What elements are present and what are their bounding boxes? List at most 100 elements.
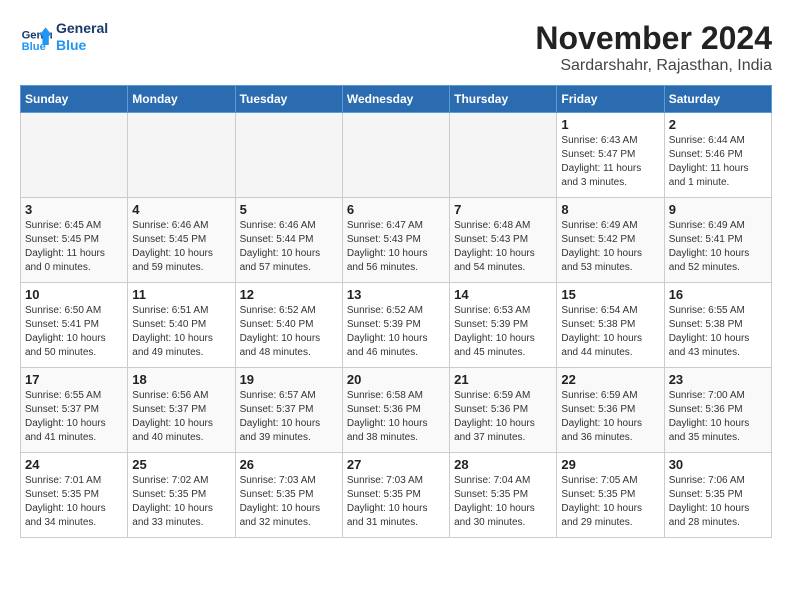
day-info: Sunrise: 6:52 AM Sunset: 5:39 PM Dayligh…	[347, 304, 445, 360]
day-info: Sunrise: 6:49 AM Sunset: 5:42 PM Dayligh…	[561, 219, 659, 275]
calendar-cell: 9 Sunrise: 6:49 AM Sunset: 5:41 PM Daylig…	[664, 198, 771, 283]
day-number: 23	[669, 372, 767, 387]
logo: General Blue General Blue	[20, 20, 108, 54]
calendar-cell: 21 Sunrise: 6:59 AM Sunset: 5:36 PM Dayli…	[450, 368, 557, 453]
day-info: Sunrise: 6:44 AM Sunset: 5:46 PM Dayligh…	[669, 134, 767, 190]
day-number: 27	[347, 457, 445, 472]
day-number: 29	[561, 457, 659, 472]
calendar-cell: 10Sunrise: 6:50 AM Sunset: 5:41 PM Dayli…	[21, 283, 128, 368]
calendar-cell	[21, 113, 128, 198]
day-info: Sunrise: 7:03 AM Sunset: 5:35 PM Dayligh…	[347, 474, 445, 530]
calendar-week-row: 10Sunrise: 6:50 AM Sunset: 5:41 PM Dayli…	[21, 283, 772, 368]
calendar-week-row: 3Sunrise: 6:45 AM Sunset: 5:45 PM Daylig…	[21, 198, 772, 283]
weekday-header-wednesday: Wednesday	[342, 86, 449, 113]
day-number: 7	[454, 202, 552, 217]
calendar-cell: 15 Sunrise: 6:54 AM Sunset: 5:38 PM Dayli…	[557, 283, 664, 368]
day-info: Sunrise: 6:54 AM Sunset: 5:38 PM Dayligh…	[561, 304, 659, 360]
calendar-cell: 29 Sunrise: 7:05 AM Sunset: 5:35 PM Dayli…	[557, 453, 664, 538]
day-number: 25	[132, 457, 230, 472]
calendar-cell: 5Sunrise: 6:46 AM Sunset: 5:44 PM Daylig…	[235, 198, 342, 283]
calendar-week-row: 24 Sunrise: 7:01 AM Sunset: 5:35 PM Dayli…	[21, 453, 772, 538]
day-number: 8	[561, 202, 659, 217]
calendar-table: SundayMondayTuesdayWednesdayThursdayFrid…	[20, 85, 772, 538]
calendar-cell: 14Sunrise: 6:53 AM Sunset: 5:39 PM Dayli…	[450, 283, 557, 368]
calendar-cell: 6Sunrise: 6:47 AM Sunset: 5:43 PM Daylig…	[342, 198, 449, 283]
day-number: 18	[132, 372, 230, 387]
calendar-week-row: 1 Sunrise: 6:43 AM Sunset: 5:47 PM Daylig…	[21, 113, 772, 198]
day-number: 17	[25, 372, 123, 387]
day-info: Sunrise: 6:51 AM Sunset: 5:40 PM Dayligh…	[132, 304, 230, 360]
day-number: 1	[561, 117, 659, 132]
day-info: Sunrise: 7:01 AM Sunset: 5:35 PM Dayligh…	[25, 474, 123, 530]
day-info: Sunrise: 6:56 AM Sunset: 5:37 PM Dayligh…	[132, 389, 230, 445]
day-number: 26	[240, 457, 338, 472]
page-header: General Blue General Blue November 2024 …	[20, 20, 772, 75]
weekday-header-monday: Monday	[128, 86, 235, 113]
calendar-cell: 3Sunrise: 6:45 AM Sunset: 5:45 PM Daylig…	[21, 198, 128, 283]
calendar-cell: 28 Sunrise: 7:04 AM Sunset: 5:35 PM Dayli…	[450, 453, 557, 538]
logo-icon: General Blue	[20, 21, 52, 53]
day-info: Sunrise: 6:59 AM Sunset: 5:36 PM Dayligh…	[561, 389, 659, 445]
title-section: November 2024 Sardarshahr, Rajasthan, In…	[535, 20, 772, 75]
day-number: 13	[347, 287, 445, 302]
day-number: 9	[669, 202, 767, 217]
day-info: Sunrise: 6:48 AM Sunset: 5:43 PM Dayligh…	[454, 219, 552, 275]
weekday-header-sunday: Sunday	[21, 86, 128, 113]
calendar-cell: 8 Sunrise: 6:49 AM Sunset: 5:42 PM Daylig…	[557, 198, 664, 283]
calendar-cell: 27 Sunrise: 7:03 AM Sunset: 5:35 PM Dayli…	[342, 453, 449, 538]
day-number: 2	[669, 117, 767, 132]
logo-text-general: General	[56, 20, 108, 37]
day-number: 6	[347, 202, 445, 217]
weekday-header-saturday: Saturday	[664, 86, 771, 113]
weekday-header-tuesday: Tuesday	[235, 86, 342, 113]
weekday-header-friday: Friday	[557, 86, 664, 113]
calendar-cell: 13 Sunrise: 6:52 AM Sunset: 5:39 PM Dayli…	[342, 283, 449, 368]
day-number: 22	[561, 372, 659, 387]
day-number: 21	[454, 372, 552, 387]
day-number: 12	[240, 287, 338, 302]
calendar-cell	[342, 113, 449, 198]
calendar-cell: 19Sunrise: 6:57 AM Sunset: 5:37 PM Dayli…	[235, 368, 342, 453]
day-info: Sunrise: 7:02 AM Sunset: 5:35 PM Dayligh…	[132, 474, 230, 530]
day-info: Sunrise: 7:05 AM Sunset: 5:35 PM Dayligh…	[561, 474, 659, 530]
day-info: Sunrise: 6:43 AM Sunset: 5:47 PM Dayligh…	[561, 134, 659, 190]
calendar-cell: 11 Sunrise: 6:51 AM Sunset: 5:40 PM Dayli…	[128, 283, 235, 368]
day-info: Sunrise: 7:03 AM Sunset: 5:35 PM Dayligh…	[240, 474, 338, 530]
calendar-cell: 26 Sunrise: 7:03 AM Sunset: 5:35 PM Dayli…	[235, 453, 342, 538]
calendar-cell: 25 Sunrise: 7:02 AM Sunset: 5:35 PM Dayli…	[128, 453, 235, 538]
day-info: Sunrise: 7:06 AM Sunset: 5:35 PM Dayligh…	[669, 474, 767, 530]
day-info: Sunrise: 6:46 AM Sunset: 5:45 PM Dayligh…	[132, 219, 230, 275]
calendar-cell: 24 Sunrise: 7:01 AM Sunset: 5:35 PM Dayli…	[21, 453, 128, 538]
calendar-cell: 20Sunrise: 6:58 AM Sunset: 5:36 PM Dayli…	[342, 368, 449, 453]
weekday-header-row: SundayMondayTuesdayWednesdayThursdayFrid…	[21, 86, 772, 113]
day-info: Sunrise: 6:55 AM Sunset: 5:37 PM Dayligh…	[25, 389, 123, 445]
day-number: 30	[669, 457, 767, 472]
calendar-cell: 23 Sunrise: 7:00 AM Sunset: 5:36 PM Dayli…	[664, 368, 771, 453]
day-number: 28	[454, 457, 552, 472]
day-info: Sunrise: 6:58 AM Sunset: 5:36 PM Dayligh…	[347, 389, 445, 445]
calendar-cell: 30 Sunrise: 7:06 AM Sunset: 5:35 PM Dayli…	[664, 453, 771, 538]
day-info: Sunrise: 6:50 AM Sunset: 5:41 PM Dayligh…	[25, 304, 123, 360]
day-info: Sunrise: 6:49 AM Sunset: 5:41 PM Dayligh…	[669, 219, 767, 275]
day-number: 24	[25, 457, 123, 472]
location-title: Sardarshahr, Rajasthan, India	[535, 57, 772, 75]
calendar-cell	[450, 113, 557, 198]
day-number: 15	[561, 287, 659, 302]
day-info: Sunrise: 7:04 AM Sunset: 5:35 PM Dayligh…	[454, 474, 552, 530]
calendar-cell: 17 Sunrise: 6:55 AM Sunset: 5:37 PM Dayli…	[21, 368, 128, 453]
calendar-week-row: 17 Sunrise: 6:55 AM Sunset: 5:37 PM Dayli…	[21, 368, 772, 453]
day-number: 4	[132, 202, 230, 217]
day-info: Sunrise: 6:46 AM Sunset: 5:44 PM Dayligh…	[240, 219, 338, 275]
calendar-cell	[235, 113, 342, 198]
day-info: Sunrise: 7:00 AM Sunset: 5:36 PM Dayligh…	[669, 389, 767, 445]
calendar-cell	[128, 113, 235, 198]
day-info: Sunrise: 6:55 AM Sunset: 5:38 PM Dayligh…	[669, 304, 767, 360]
day-info: Sunrise: 6:57 AM Sunset: 5:37 PM Dayligh…	[240, 389, 338, 445]
calendar-cell: 4 Sunrise: 6:46 AM Sunset: 5:45 PM Daylig…	[128, 198, 235, 283]
day-number: 11	[132, 287, 230, 302]
svg-text:Blue: Blue	[22, 41, 46, 53]
day-info: Sunrise: 6:59 AM Sunset: 5:36 PM Dayligh…	[454, 389, 552, 445]
calendar-cell: 22 Sunrise: 6:59 AM Sunset: 5:36 PM Dayli…	[557, 368, 664, 453]
calendar-cell: 2 Sunrise: 6:44 AM Sunset: 5:46 PM Daylig…	[664, 113, 771, 198]
logo-text-blue: Blue	[56, 37, 108, 54]
